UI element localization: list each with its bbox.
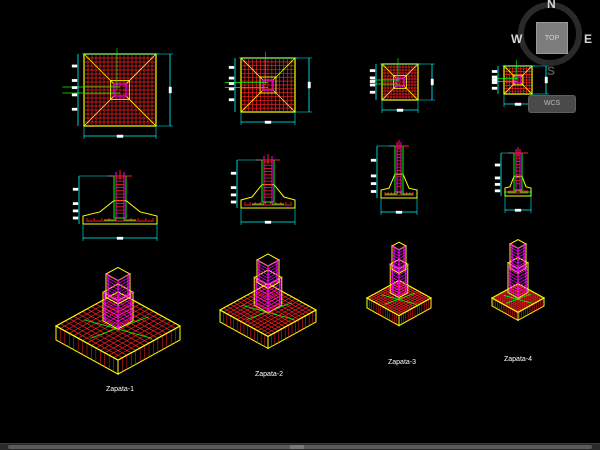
viewcube-widget[interactable]: TOP N W E S bbox=[511, 0, 598, 82]
footing-caption-2: Zapata-2 bbox=[254, 371, 284, 378]
horizontal-scrollbar[interactable] bbox=[0, 443, 600, 450]
footing-section-1 bbox=[72, 170, 158, 241]
drawing-viewport[interactable]: Zapata-1 Zapata-2 Zapata-3 Zapata-4 bbox=[0, 0, 600, 450]
wcs-menu-button[interactable]: WCS bbox=[528, 95, 576, 113]
footing-section-2 bbox=[230, 154, 296, 225]
scrollbar-grip-icon[interactable] bbox=[290, 445, 304, 449]
compass-west-label[interactable]: W bbox=[511, 32, 522, 46]
footing-caption-1: Zapata-1 bbox=[105, 386, 135, 393]
footing-iso-4 bbox=[490, 239, 546, 322]
footing-plan-3 bbox=[369, 58, 435, 113]
footing-iso-1 bbox=[54, 266, 182, 375]
compass-east-label[interactable]: E bbox=[584, 32, 592, 46]
footing-section-3 bbox=[370, 140, 418, 215]
footing-caption-4: Zapata-4 bbox=[503, 356, 533, 363]
footing-plan-1 bbox=[62, 48, 173, 139]
compass-south-label[interactable]: S bbox=[547, 64, 555, 78]
footing-plan-2 bbox=[224, 52, 312, 125]
footing-section-4 bbox=[494, 147, 532, 213]
footing-iso-3 bbox=[365, 241, 433, 327]
viewcube-top-face[interactable]: TOP bbox=[536, 22, 568, 54]
cad-model-space[interactable] bbox=[0, 0, 600, 450]
compass-north-label[interactable]: N bbox=[547, 0, 556, 11]
footing-iso-2 bbox=[218, 253, 318, 350]
footing-caption-3: Zapata-3 bbox=[387, 359, 417, 366]
